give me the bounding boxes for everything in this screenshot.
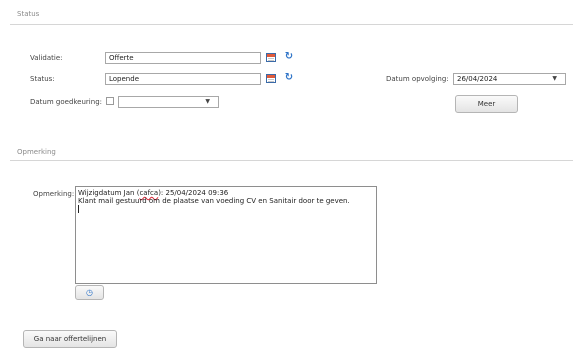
divider-status xyxy=(10,24,573,25)
follow-up-select[interactable]: 26/04/2024 ▼ xyxy=(453,73,566,85)
validation-label: Validatie: xyxy=(30,54,63,62)
calendar-icon[interactable] xyxy=(266,74,276,83)
status-label: Status: xyxy=(30,75,55,83)
remark-user: cafca xyxy=(139,189,159,197)
timestamp-button[interactable]: ◷ xyxy=(75,285,104,300)
paperclip-icon[interactable]: ↻ xyxy=(284,73,294,83)
calendar-icon[interactable] xyxy=(266,53,276,62)
divider-remark xyxy=(10,160,573,161)
validation-field[interactable]: Offerte xyxy=(105,52,261,64)
chevron-down-icon: ▼ xyxy=(552,75,557,82)
remark-line-2: Klant mail gestuurd om de plaatse van vo… xyxy=(78,197,350,205)
more-button[interactable]: Meer xyxy=(455,95,518,113)
approval-date-label: Datum goedkeuring: xyxy=(30,98,102,106)
chevron-down-icon: ▼ xyxy=(205,98,210,105)
approval-date-select[interactable]: ▼ xyxy=(118,96,219,108)
status-field[interactable]: Lopende xyxy=(105,73,261,85)
section-title-status: Status xyxy=(17,10,40,18)
follow-up-value: 26/04/2024 xyxy=(457,75,498,83)
clock-icon: ◷ xyxy=(86,288,93,297)
paperclip-icon[interactable]: ↻ xyxy=(284,52,294,62)
remark-textarea[interactable]: Wijzigdatum Jan (cafca): 25/04/2024 09:3… xyxy=(75,186,377,284)
remark-label: Opmerking: xyxy=(33,190,75,198)
follow-up-label: Datum opvolging: xyxy=(386,75,449,83)
section-title-remark: Opmerking xyxy=(17,148,56,156)
approval-checkbox[interactable] xyxy=(106,97,114,105)
go-to-quote-lines-button[interactable]: Ga naar offertelijnen xyxy=(23,330,117,348)
remark-line-1: Wijzigdatum Jan (cafca): 25/04/2024 09:3… xyxy=(78,189,229,197)
text-caret xyxy=(78,205,374,213)
